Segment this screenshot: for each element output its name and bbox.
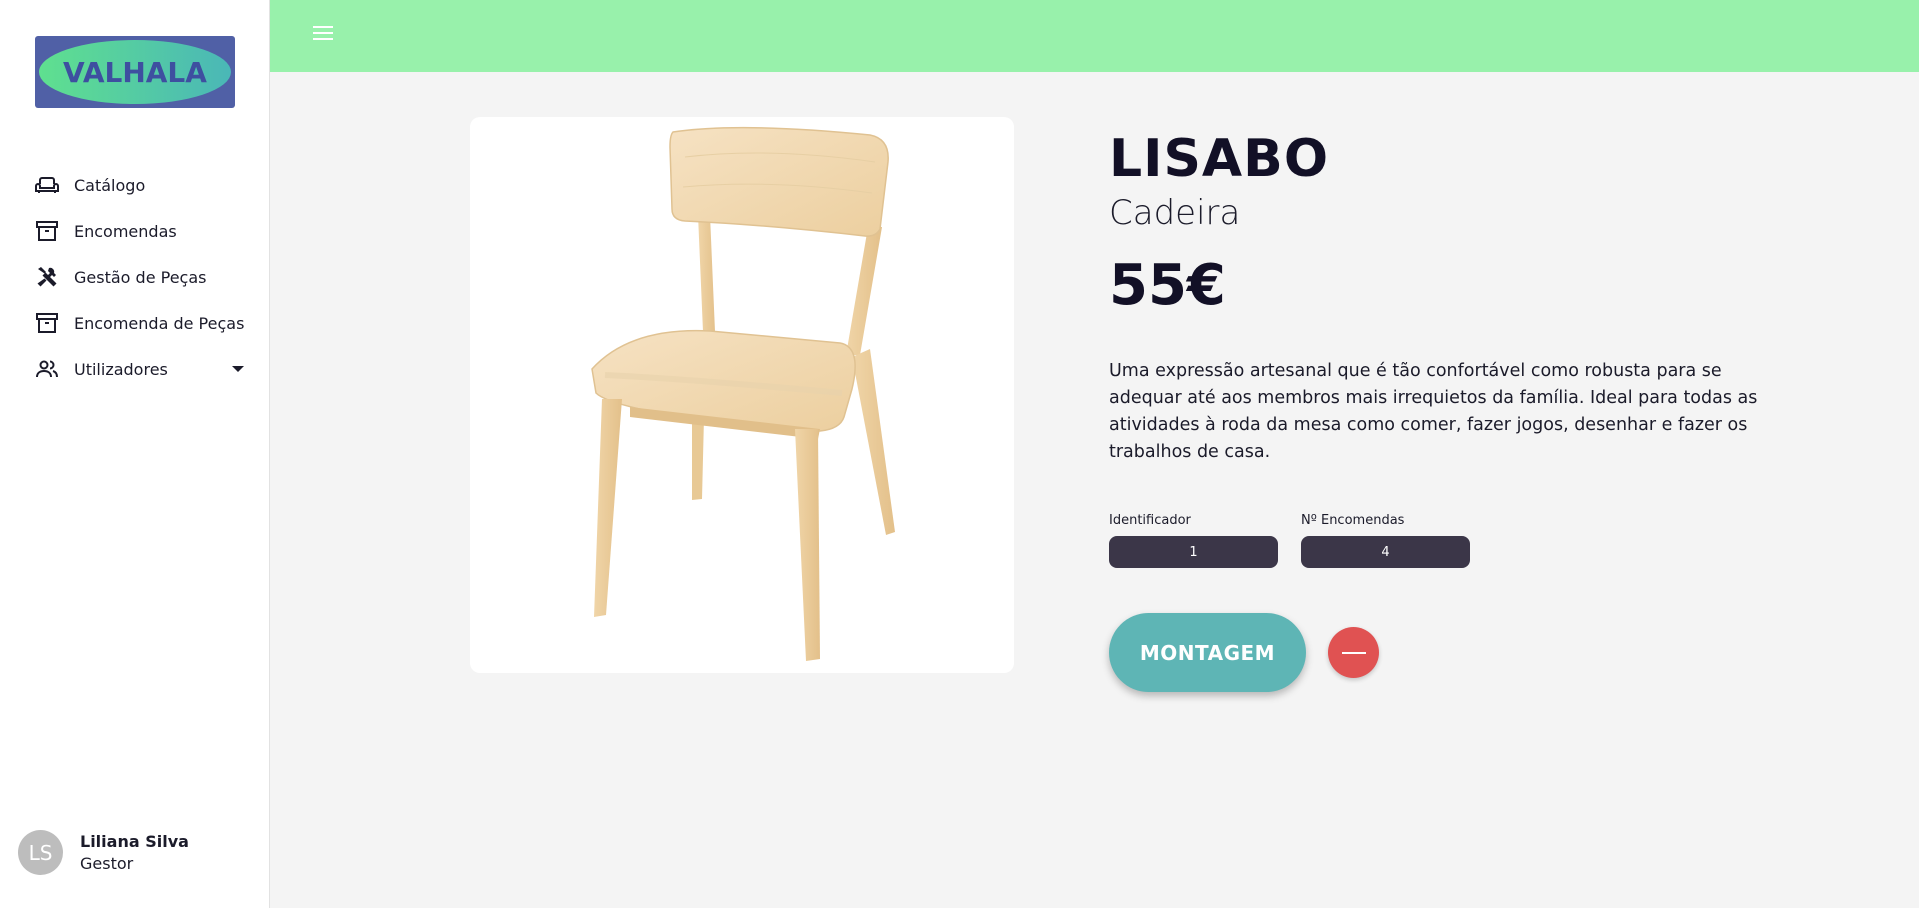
sofa-icon bbox=[34, 172, 60, 198]
hamburger-icon[interactable] bbox=[313, 26, 335, 46]
sidebar-item-label: Gestão de Peças bbox=[74, 267, 207, 287]
sidebar-item-utilizadores[interactable]: Utilizadores bbox=[34, 346, 250, 392]
archive-icon bbox=[34, 310, 60, 336]
product-actions: MONTAGEM bbox=[1109, 613, 1809, 692]
sidebar-item-catalogo[interactable]: Catálogo bbox=[34, 162, 250, 208]
logo-text: VALHALA bbox=[63, 56, 207, 89]
sidebar-item-label: Catálogo bbox=[74, 175, 146, 195]
sidebar-nav: Catálogo Encomendas Gestão de Peças Enco… bbox=[34, 162, 250, 392]
chevron-down-icon[interactable] bbox=[232, 366, 244, 372]
valhala-logo[interactable]: VALHALA bbox=[35, 36, 235, 108]
product-name: LISABO bbox=[1109, 129, 1330, 189]
avatar: LS bbox=[18, 830, 63, 875]
sidebar-item-label: Encomenda de Peças bbox=[74, 313, 245, 333]
field-label: Identificador bbox=[1109, 513, 1191, 528]
sidebar-item-encomenda-pecas[interactable]: Encomenda de Peças bbox=[34, 300, 250, 346]
orders-count-value: 4 bbox=[1301, 536, 1470, 568]
product-description: Uma expressão artesanal que é tão confor… bbox=[1109, 361, 1758, 462]
identifier-value: 1 bbox=[1109, 536, 1278, 568]
users-icon bbox=[34, 356, 60, 382]
product-fields: Identificador 1 Nº Encomendas 4 bbox=[1109, 512, 1809, 568]
archive-icon bbox=[34, 218, 60, 244]
wooden-chair-image bbox=[591, 126, 895, 661]
minus-icon bbox=[1341, 651, 1366, 654]
orders-count-field: Nº Encomendas 4 bbox=[1301, 512, 1470, 568]
user-profile[interactable]: LS Liliana Silva Gestor bbox=[18, 830, 189, 875]
assemble-button[interactable]: MONTAGEM bbox=[1109, 613, 1306, 692]
product-image bbox=[470, 117, 1014, 673]
remove-button[interactable] bbox=[1328, 627, 1379, 678]
sidebar-item-gestao-pecas[interactable]: Gestão de Peças bbox=[34, 254, 250, 300]
identifier-field: Identificador 1 bbox=[1109, 512, 1278, 568]
sidebar-item-label: Encomendas bbox=[74, 221, 177, 241]
sidebar-item-encomendas[interactable]: Encomendas bbox=[34, 208, 250, 254]
user-name: Liliana Silva bbox=[80, 831, 189, 851]
product-type: Cadeira bbox=[1109, 193, 1241, 233]
sidebar: VALHALA Catálogo Encomendas Gestão de Pe… bbox=[0, 0, 270, 908]
top-bar bbox=[270, 0, 1919, 72]
product-price: 55€ bbox=[1109, 253, 1226, 318]
product-details: LISABO Cadeira 55€ Uma expressão artesan… bbox=[1109, 128, 1809, 692]
user-role: Gestor bbox=[80, 853, 134, 873]
sidebar-item-label: Utilizadores bbox=[74, 359, 168, 379]
field-label: Nº Encomendas bbox=[1301, 513, 1405, 528]
tools-icon bbox=[34, 264, 60, 290]
